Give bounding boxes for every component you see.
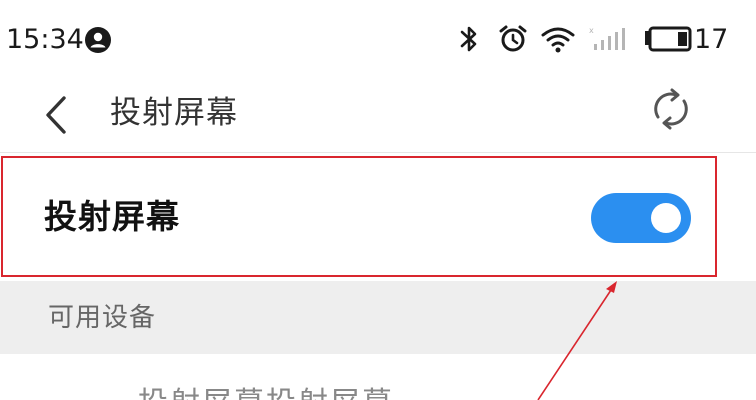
battery-icon: [645, 26, 692, 52]
signal-icon: x: [589, 26, 625, 50]
refresh-icon[interactable]: [646, 84, 696, 134]
alarm-clock-icon: [499, 25, 527, 52]
user-circle-icon: [85, 27, 111, 53]
status-time: 15:34: [6, 24, 84, 55]
screen-cast-toggle-switch[interactable]: [591, 193, 691, 243]
wifi-icon: [541, 27, 575, 53]
available-devices-header: 可用设备: [0, 281, 756, 354]
bluetooth-icon: [460, 26, 477, 52]
section-label: 可用设备: [48, 303, 157, 333]
status-bar: 15:34 x 17: [0, 0, 756, 80]
title-bar: 投射屏幕: [0, 80, 756, 152]
partial-item-text: 投射屏幕投射屏幕: [138, 389, 438, 400]
back-arrow-icon[interactable]: [40, 90, 70, 140]
battery-level: 17: [694, 24, 729, 55]
screen-cast-toggle-row[interactable]: 投射屏幕: [0, 153, 756, 281]
svg-text:x: x: [589, 26, 594, 35]
device-row-text: 投射屏幕投射屏幕: [138, 387, 438, 400]
screen-cast-label: 投射屏幕: [44, 197, 180, 236]
toggle-knob: [651, 203, 681, 233]
device-list-item: 投射屏幕投射屏幕: [0, 354, 756, 400]
page-title: 投射屏幕: [110, 95, 238, 131]
